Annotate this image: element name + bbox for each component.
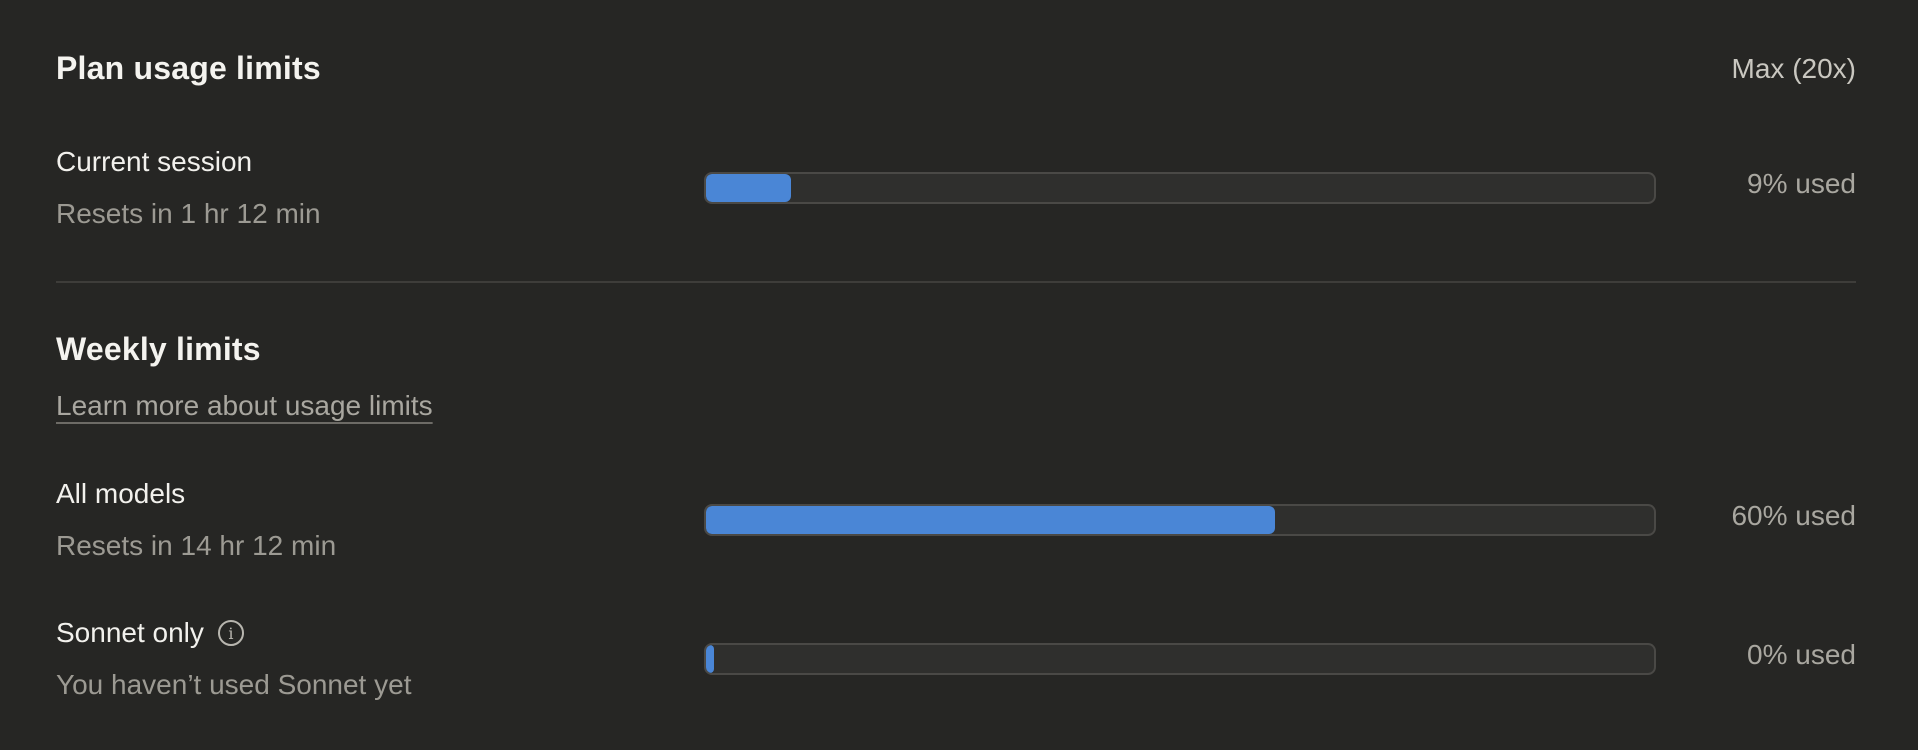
section-divider [56, 281, 1856, 283]
weekly-limits-title: Weekly limits [56, 331, 261, 367]
current-session-reset: Resets in 1 hr 12 min [56, 198, 321, 229]
sonnet-only-status: You haven’t used Sonnet yet [56, 669, 412, 700]
sonnet-only-label: Sonnet only [56, 617, 204, 648]
sonnet-only-row: Sonnet only i You haven’t used Sonnet ye… [56, 617, 1856, 717]
current-session-progress-fill [706, 174, 792, 202]
sonnet-only-usage: 0% used [1747, 639, 1856, 670]
info-icon[interactable]: i [217, 620, 244, 646]
sonnet-only-label-group: Sonnet only i [56, 617, 244, 649]
current-session-usage: 9% used [1747, 168, 1856, 199]
usage-limits-panel: Plan usage limits Max (20x) Current sess… [56, 0, 1856, 750]
plan-badge: Max (20x) [1731, 52, 1856, 84]
all-models-usage: 60% used [1731, 500, 1856, 531]
current-session-progress-bar [704, 172, 1656, 204]
current-session-label: Current session [56, 146, 253, 177]
plan-usage-title: Plan usage limits [56, 50, 321, 86]
all-models-progress-bar [704, 504, 1656, 536]
weekly-limits-header: Weekly limits [56, 331, 1856, 368]
sonnet-only-progress-bar [704, 643, 1656, 675]
sonnet-only-progress-fill [706, 645, 714, 673]
learn-more-link[interactable]: Learn more about usage limits [56, 390, 433, 422]
all-models-row: All models Resets in 14 hr 12 min 60% us… [56, 478, 1856, 578]
all-models-progress-fill [706, 506, 1275, 534]
plan-usage-header: Plan usage limits Max (20x) [56, 50, 1856, 87]
all-models-reset: Resets in 14 hr 12 min [56, 530, 337, 561]
current-session-row: Current session Resets in 1 hr 12 min 9%… [56, 146, 1856, 246]
all-models-label: All models [56, 478, 186, 509]
